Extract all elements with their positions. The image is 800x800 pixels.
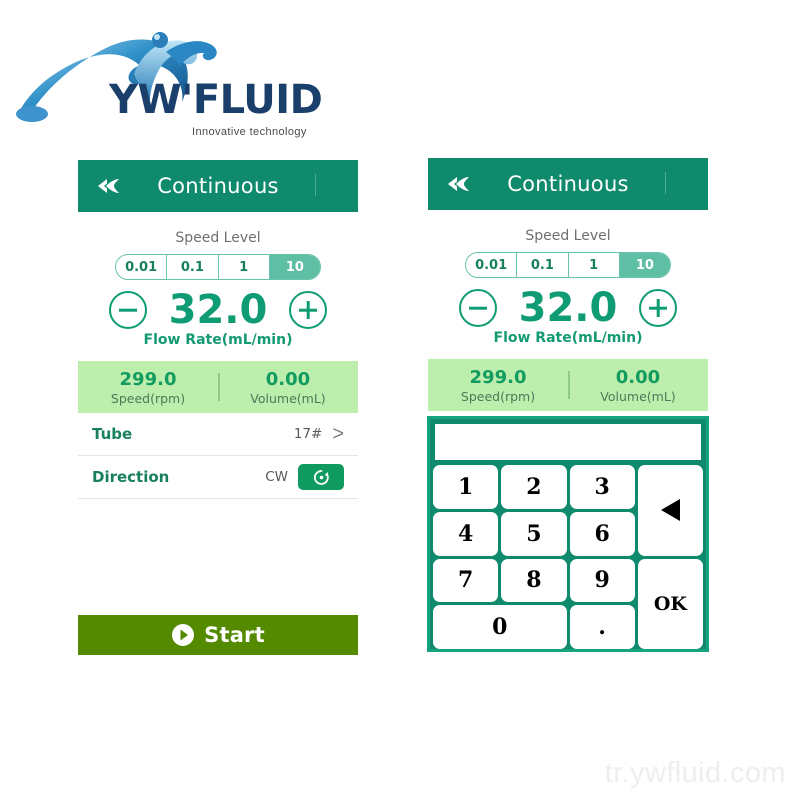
minus-circle-icon[interactable] [458, 289, 497, 327]
logo-wordmark: YW'FLUID [109, 77, 323, 123]
speed-level-option-0[interactable]: 0.01 [466, 253, 518, 277]
keypad-grid: 1 2 3 4 5 6 7 8 9 OK 0 . [433, 465, 703, 649]
key-decimal[interactable]: . [569, 605, 635, 649]
row-direction-value: CW [265, 469, 288, 485]
speed-level-option-3[interactable]: 10 [619, 253, 670, 277]
stat-volume-value: 0.00 [615, 366, 661, 388]
play-circle-icon [172, 624, 195, 646]
flow-rate-stepper: 32.0 [428, 288, 708, 328]
flow-rate-value: 32.0 [518, 285, 618, 331]
row-tube-label: Tube [92, 425, 133, 443]
back-icon[interactable] [444, 174, 474, 194]
stat-speed-caption: Speed(rpm) [460, 388, 536, 404]
key-0[interactable]: 0 [433, 605, 567, 649]
topbar-right: Continuous [428, 158, 708, 210]
plus-circle-icon[interactable] [639, 289, 678, 327]
minus-bar [118, 308, 137, 312]
start-button[interactable]: Start [78, 615, 358, 655]
row-tube[interactable]: Tube 17# > [78, 413, 358, 456]
stat-volume-value: 0.00 [265, 368, 311, 390]
speed-level-option-3[interactable]: 10 [269, 255, 320, 279]
stat-speed-caption: Speed(rpm) [110, 390, 186, 406]
stat-volume-caption: Volume(mL) [250, 390, 326, 406]
key-9[interactable]: 9 [569, 558, 635, 603]
speed-level-option-2[interactable]: 1 [219, 255, 270, 279]
back-icon[interactable] [94, 176, 124, 196]
stat-speed-value: 299.0 [119, 368, 177, 390]
row-direction-label: Direction [92, 468, 170, 486]
brand-logo: YW'FLUID Innovative technology [14, 18, 344, 138]
key-3[interactable]: 3 [569, 465, 635, 509]
device-screen-left: Continuous Speed Level 0.01 0.1 1 10 32.… [78, 160, 358, 655]
stat-volume: 0.00 Volume(mL) [568, 367, 708, 404]
plus-circle-icon[interactable] [289, 291, 328, 329]
speed-level-label: Speed Level [525, 228, 611, 244]
speed-level-option-1[interactable]: 0.1 [167, 255, 219, 279]
stat-speed: 299.0 Speed(rpm) [428, 367, 568, 404]
stat-speed: 299.0 Speed(rpm) [78, 369, 218, 406]
chevron-right-icon[interactable]: > [332, 424, 344, 444]
topbar-divider [665, 172, 666, 194]
key-backspace[interactable] [637, 465, 703, 556]
start-button-label: Start [204, 623, 265, 647]
key-2[interactable]: 2 [501, 465, 567, 509]
key-8[interactable]: 8 [501, 558, 567, 603]
stats-band-right: 299.0 Speed(rpm) 0.00 Volume(mL) [428, 359, 708, 411]
row-tube-value: 17# [293, 426, 323, 442]
flow-rate-unit-label: Flow Rate(mL/min) [143, 332, 293, 348]
row-tube-right: 17# > [294, 424, 344, 444]
key-6[interactable]: 6 [569, 511, 635, 556]
logo-tagline: Innovative technology [192, 126, 307, 138]
screenshot-root: YW'FLUID Innovative technology Continuou… [0, 0, 800, 800]
key-4[interactable]: 4 [433, 511, 499, 556]
speed-level-segmented-control[interactable]: 0.01 0.1 1 10 [115, 254, 321, 280]
watermark: tr.ywfluid.com [604, 757, 786, 789]
speed-level-segmented-control[interactable]: 0.01 0.1 1 10 [465, 252, 671, 278]
key-ok[interactable]: OK [637, 558, 703, 649]
stats-divider [568, 371, 570, 399]
backspace-arrow-left-icon [660, 499, 680, 522]
flow-rate-value: 32.0 [168, 287, 268, 333]
key-5[interactable]: 5 [501, 511, 567, 556]
key-1[interactable]: 1 [433, 465, 499, 509]
flow-rate-stepper: 32.0 [78, 290, 358, 330]
minus-bar [468, 306, 487, 310]
row-direction[interactable]: Direction CW [78, 456, 358, 499]
plus-bar-v [657, 299, 660, 317]
numeric-keypad: 1 2 3 4 5 6 7 8 9 OK 0 . [427, 416, 709, 652]
speed-level-option-2[interactable]: 1 [569, 253, 620, 277]
speed-level-option-0[interactable]: 0.01 [116, 255, 168, 279]
speed-level-label: Speed Level [175, 230, 261, 246]
topbar-left: Continuous [78, 160, 358, 212]
keypad-display-field[interactable] [433, 422, 703, 462]
stat-speed-value: 299.0 [469, 366, 527, 388]
stats-divider [218, 373, 220, 401]
flow-rate-unit-label: Flow Rate(mL/min) [493, 330, 643, 346]
stats-band-left: 299.0 Speed(rpm) 0.00 Volume(mL) [78, 361, 358, 413]
plus-bar-v [307, 301, 310, 319]
key-7[interactable]: 7 [433, 558, 499, 603]
stat-volume: 0.00 Volume(mL) [218, 369, 358, 406]
stat-volume-caption: Volume(mL) [600, 388, 676, 404]
minus-circle-icon[interactable] [108, 291, 147, 329]
speed-level-option-1[interactable]: 0.1 [517, 253, 569, 277]
topbar-divider [315, 174, 316, 196]
row-direction-right: CW [265, 464, 344, 490]
clockwise-rotation-icon[interactable] [298, 464, 344, 490]
